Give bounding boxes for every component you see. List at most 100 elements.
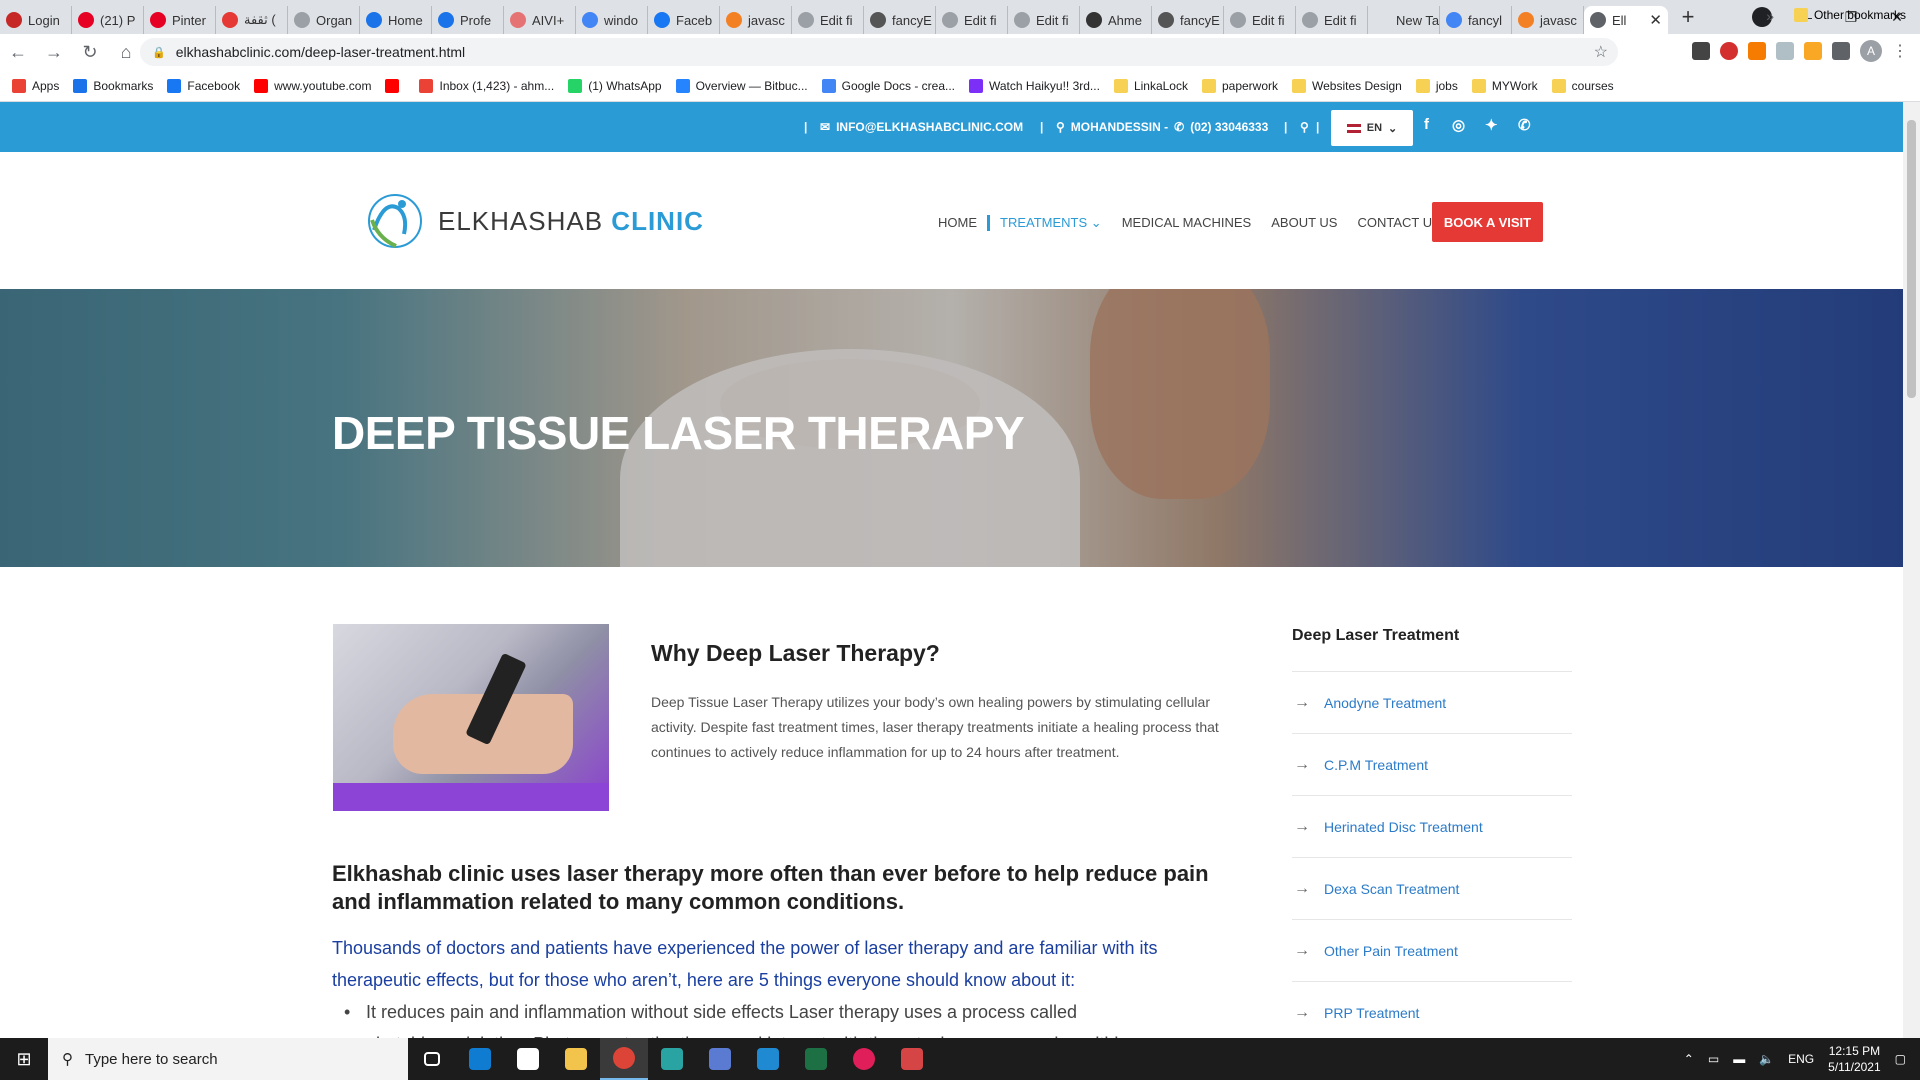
- extension-icon[interactable]: [1804, 42, 1822, 60]
- taskbar-app-terminal[interactable]: [648, 1038, 696, 1080]
- instagram-icon[interactable]: ◎: [1452, 116, 1465, 134]
- clock[interactable]: 12:15 PM 5/11/2021: [1828, 1043, 1881, 1075]
- forward-icon[interactable]: →: [36, 34, 72, 70]
- bookmark-item[interactable]: Inbox (1,423) - ahm...: [419, 78, 554, 93]
- browser-tab[interactable]: Home: [360, 6, 432, 34]
- bookmark-item[interactable]: www.youtube.com: [254, 78, 371, 93]
- browser-tab[interactable]: AIVI+: [504, 6, 576, 34]
- bookmark-item[interactable]: Watch Haikyu!! 3rd...: [969, 78, 1100, 93]
- sidebar-item-cpm[interactable]: → C.P.M Treatment: [1292, 733, 1572, 795]
- browser-tab[interactable]: Edit fi: [792, 6, 864, 34]
- bookmark-item[interactable]: Google Docs - crea...: [821, 78, 955, 93]
- twitter-icon[interactable]: ✦: [1485, 116, 1498, 134]
- avatar[interactable]: A: [1860, 40, 1882, 62]
- browser-tab[interactable]: New Tab: [1368, 6, 1440, 34]
- bookmark-item[interactable]: [385, 78, 405, 93]
- sidebar-item-other-pain[interactable]: → Other Pain Treatment: [1292, 919, 1572, 981]
- bookmark-item[interactable]: courses: [1551, 78, 1614, 93]
- book-visit-button[interactable]: BOOK A VISIT: [1432, 202, 1543, 242]
- browser-tab[interactable]: javasc: [720, 6, 792, 34]
- page-scrollbar[interactable]: [1903, 102, 1920, 1038]
- address-bar[interactable]: 🔒 elkhashabclinic.com/deep-laser-treatme…: [140, 38, 1618, 66]
- browser-tab-active[interactable]: Ell ✕: [1584, 6, 1668, 34]
- browser-tab[interactable]: Edit fi: [936, 6, 1008, 34]
- url-text[interactable]: elkhashabclinic.com/deep-laser-treatment…: [176, 44, 465, 60]
- volume-icon[interactable]: 🔈: [1759, 1052, 1774, 1066]
- close-tab-icon[interactable]: ✕: [1649, 11, 1662, 29]
- bookmark-item[interactable]: jobs: [1415, 78, 1458, 93]
- taskbar-app-store[interactable]: [504, 1038, 552, 1080]
- home-icon[interactable]: ⌂: [108, 34, 144, 70]
- sidebar-item-anodyne[interactable]: → Anodyne Treatment: [1292, 671, 1572, 733]
- bookmark-item[interactable]: Websites Design: [1292, 78, 1402, 93]
- browser-tab[interactable]: Ahme: [1080, 6, 1152, 34]
- browser-tab[interactable]: Edit fi: [1296, 6, 1368, 34]
- browser-tab[interactable]: Edit fi: [1008, 6, 1080, 34]
- sidebar-item-herniated-disc[interactable]: → Herinated Disc Treatment: [1292, 795, 1572, 857]
- menu-treatments[interactable]: TREATMENTS ⌄: [987, 215, 1112, 231]
- menu-kebab-icon[interactable]: ⋮: [1892, 41, 1908, 61]
- site-logo[interactable]: ELKHASHAB CLINIC: [364, 190, 704, 252]
- bookmarks-overflow-icon[interactable]: »: [1766, 8, 1774, 24]
- sidebar-item-prp[interactable]: → PRP Treatment: [1292, 981, 1572, 1038]
- bookmark-item[interactable]: Facebook: [167, 78, 240, 93]
- browser-tab[interactable]: Edit fi: [1224, 6, 1296, 34]
- browser-tab[interactable]: Organ: [288, 6, 360, 34]
- taskbar-app-app-red[interactable]: [888, 1038, 936, 1080]
- sidebar-item-dexa-scan[interactable]: → Dexa Scan Treatment: [1292, 857, 1572, 919]
- taskbar-app-edge[interactable]: [456, 1038, 504, 1080]
- windows-start-icon[interactable]: ⊞: [0, 1038, 48, 1080]
- browser-tab[interactable]: Faceb: [648, 6, 720, 34]
- taskbar-app-slack[interactable]: [840, 1038, 888, 1080]
- taskbar-app-excel[interactable]: [792, 1038, 840, 1080]
- bookmark-item[interactable]: (1) WhatsApp: [568, 78, 662, 93]
- map-pin-icon[interactable]: ⚲: [1300, 120, 1309, 134]
- bookmark-item[interactable]: MYWork: [1471, 78, 1538, 93]
- browser-tab[interactable]: Pinter: [144, 6, 216, 34]
- browser-tab[interactable]: javasc: [1512, 6, 1584, 34]
- browser-tab[interactable]: Profe: [432, 6, 504, 34]
- chevron-up-icon[interactable]: ⌃: [1684, 1052, 1694, 1066]
- taskbar-app-task-view[interactable]: [408, 1038, 456, 1080]
- input-language[interactable]: ENG: [1788, 1052, 1814, 1066]
- menu-medical-machines[interactable]: MEDICAL MACHINES: [1112, 215, 1262, 231]
- menu-home[interactable]: HOME: [928, 215, 987, 231]
- browser-tab[interactable]: Login: [0, 6, 72, 34]
- shield-icon[interactable]: [1776, 42, 1794, 60]
- taskbar-app-network[interactable]: [696, 1038, 744, 1080]
- battery-icon[interactable]: ▬: [1733, 1052, 1745, 1066]
- browser-tab[interactable]: fancyE: [1152, 6, 1224, 34]
- adblock-icon[interactable]: [1720, 42, 1738, 60]
- new-tab-button[interactable]: +: [1674, 3, 1702, 31]
- taskbar-app-explorer[interactable]: [552, 1038, 600, 1080]
- extension-icon[interactable]: [1692, 42, 1710, 60]
- bookmark-item[interactable]: Overview — Bitbuc...: [675, 78, 808, 93]
- menu-about-us[interactable]: ABOUT US: [1261, 215, 1347, 231]
- reload-icon[interactable]: ↻: [72, 34, 108, 70]
- bookmark-item[interactable]: paperwork: [1201, 78, 1278, 93]
- network-icon[interactable]: ▭: [1708, 1052, 1719, 1066]
- browser-tab[interactable]: windo: [576, 6, 648, 34]
- taskbar-search[interactable]: ⚲ Type here to search: [48, 1038, 408, 1080]
- browser-tab[interactable]: (21) P: [72, 6, 144, 34]
- notifications-icon[interactable]: ▢: [1895, 1052, 1906, 1066]
- taskbar-app-chrome[interactable]: [600, 1038, 648, 1080]
- other-bookmarks[interactable]: Other bookmarks: [1793, 8, 1906, 22]
- browser-tab[interactable]: ثقفة (: [216, 6, 288, 34]
- taskbar-app-vscode[interactable]: [744, 1038, 792, 1080]
- bookmark-item[interactable]: Apps: [12, 78, 59, 93]
- bookmark-item[interactable]: LinkaLock: [1113, 78, 1188, 93]
- bookmark-item[interactable]: Bookmarks: [73, 78, 153, 93]
- language-selector[interactable]: EN ⌄: [1331, 110, 1413, 146]
- topbar-email[interactable]: ✉ INFO@ELKHASHABCLINIC.COM: [820, 120, 1023, 134]
- topbar-location[interactable]: ⚲ MOHANDESSIN - ✆ (02) 33046333: [1056, 120, 1268, 134]
- whatsapp-icon[interactable]: ✆: [1518, 116, 1531, 134]
- facebook-icon[interactable]: f: [1424, 116, 1429, 133]
- back-icon[interactable]: ←: [0, 34, 36, 70]
- browser-tab[interactable]: fancyl: [1440, 6, 1512, 34]
- browser-tab[interactable]: fancyE: [864, 6, 936, 34]
- puzzle-icon[interactable]: [1832, 42, 1850, 60]
- star-icon[interactable]: ☆: [1594, 42, 1608, 62]
- extension-icon[interactable]: [1748, 42, 1766, 60]
- scrollbar-thumb[interactable]: [1907, 120, 1916, 398]
